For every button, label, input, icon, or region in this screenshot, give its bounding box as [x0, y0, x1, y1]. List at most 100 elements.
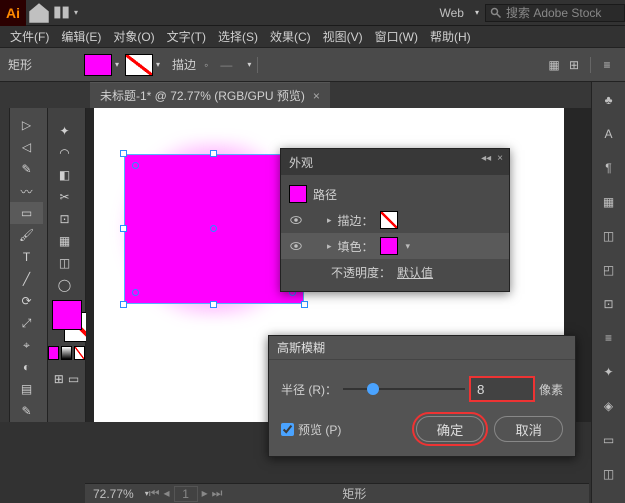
- prefs-icon[interactable]: ≡: [597, 55, 617, 75]
- tool-magic[interactable]: ✦: [48, 120, 81, 142]
- mode-none[interactable]: [74, 346, 85, 360]
- tools-panel: ▷ ◁ ✎ 〰 ▭ 🖌 T ╱ ⟳ ⤢ ⌖ ◐ ▤ ✎: [10, 108, 48, 422]
- radius-slider[interactable]: [343, 381, 465, 397]
- view-mode-icon[interactable]: ▭: [68, 372, 79, 386]
- tool-rotate[interactable]: ⟳: [10, 290, 43, 312]
- tool-type[interactable]: T: [10, 246, 43, 268]
- swatches-icon[interactable]: ▦: [599, 192, 619, 212]
- tool-scissors[interactable]: ✂: [48, 186, 81, 208]
- arrange-icon[interactable]: ⊞: [564, 55, 584, 75]
- app-logo: Ai: [0, 0, 26, 26]
- tool-lasso[interactable]: ◠: [48, 142, 81, 164]
- appearance-panel: ◂◂× 外观 路径 ▸ 描边： ▸ 填色： ▾ 不透明度： 默认值: [280, 148, 510, 292]
- artboards-icon[interactable]: ▭: [599, 430, 619, 450]
- ok-button[interactable]: 确定: [416, 416, 485, 442]
- screen-mode-icon[interactable]: ⊞: [54, 372, 64, 386]
- tool-scale[interactable]: ⤢: [10, 312, 43, 334]
- panel-collapse-icon[interactable]: ◂◂: [481, 153, 491, 164]
- gaussian-blur-dialog: 高斯模糊 半径 (R)： 像素 预览 (P) 确定 取消: [268, 335, 576, 457]
- stroke-row-label: 描边：: [338, 212, 374, 229]
- tool-gradient[interactable]: ▤: [10, 378, 43, 400]
- search-input[interactable]: 搜索 Adobe Stock: [485, 4, 625, 22]
- tool-width[interactable]: ⌖: [10, 334, 43, 356]
- panel-title: 外观: [281, 149, 509, 175]
- doc-preset[interactable]: Web: [432, 6, 472, 20]
- tool-pen[interactable]: ✎: [10, 158, 43, 180]
- align-icon[interactable]: ▦: [544, 55, 564, 75]
- last-page-icon[interactable]: ⏭: [212, 486, 223, 502]
- stroke-value-swatch[interactable]: [380, 211, 398, 229]
- properties-icon[interactable]: ♣: [599, 90, 619, 110]
- tab-title: 未标题-1* @ 72.77% (RGB/GPU 预览): [100, 87, 305, 104]
- left-toolbar-collapsed: [0, 108, 10, 422]
- zoom-level[interactable]: 72.77%: [93, 487, 134, 501]
- fill-row-label: 填色：: [338, 238, 374, 255]
- pathfinder-icon[interactable]: ◰: [599, 260, 619, 280]
- stroke-swatch[interactable]: [125, 54, 153, 76]
- menu-object[interactable]: 对象(O): [107, 28, 160, 45]
- unit-label: 像素: [539, 381, 563, 398]
- shape-type-label: 矩形: [8, 56, 32, 73]
- status-shape: 矩形: [342, 485, 366, 502]
- color-panel: ✦ ◠ ◧ ✂ ⊡ ▦ ◫ ◯ ⊞ ▭: [48, 108, 86, 422]
- tool-perspective[interactable]: ◫: [48, 252, 81, 274]
- transform-icon[interactable]: ⊡: [599, 294, 619, 314]
- dialog-title: 高斯模糊: [269, 336, 575, 360]
- right-toolbar: ♣ A ¶ ▦ ◫ ◰ ⊡ ≡ ✦ ◈ ▭ ◫: [591, 82, 625, 503]
- tool-eraser[interactable]: ◧: [48, 164, 81, 186]
- tool-free-trans[interactable]: ⊡: [48, 208, 81, 230]
- cancel-button[interactable]: 取消: [494, 416, 563, 442]
- statusbar: 72.77%▾ ⏮ ◂ 1 ▸ ⏭ 矩形: [85, 483, 589, 503]
- tool-mesh[interactable]: ▦: [48, 230, 81, 252]
- menu-type[interactable]: 文字(T): [161, 28, 212, 45]
- search-placeholder: 搜索 Adobe Stock: [506, 4, 601, 21]
- tool-line[interactable]: ╱: [10, 268, 43, 290]
- eye-icon[interactable]: [289, 213, 303, 227]
- tool-curve[interactable]: 〰: [10, 180, 43, 202]
- mode-gradient[interactable]: [61, 346, 72, 360]
- opacity-label: 不透明度：: [331, 264, 391, 281]
- libraries-icon[interactable]: ◫: [599, 464, 619, 484]
- home-icon[interactable]: [26, 0, 52, 26]
- first-page-icon[interactable]: ⏮: [149, 486, 160, 502]
- tool-rectangle[interactable]: ▭: [10, 202, 43, 224]
- next-page-icon[interactable]: ▸: [202, 486, 208, 502]
- fill-swatch[interactable]: [84, 54, 112, 76]
- layout-icon[interactable]: ▾: [52, 0, 78, 26]
- tool-blend[interactable]: ◯: [48, 274, 81, 296]
- eye-icon[interactable]: [289, 239, 303, 253]
- path-swatch: [289, 185, 307, 203]
- prev-page-icon[interactable]: ◂: [164, 486, 170, 502]
- menu-help[interactable]: 帮助(H): [424, 28, 477, 45]
- tool-eyedrop[interactable]: ✎: [10, 400, 43, 422]
- menubar: 文件(F) 编辑(E) 对象(O) 文字(T) 选择(S) 效果(C) 视图(V…: [0, 26, 625, 48]
- path-label: 路径: [313, 186, 337, 203]
- tool-direct-select[interactable]: ◁: [10, 136, 43, 158]
- menu-effect[interactable]: 效果(C): [264, 28, 317, 45]
- brushes-icon[interactable]: ≡: [599, 328, 619, 348]
- control-bar: 矩形 ▾ ▾ 描边 ◦ — ▾ ▦ ⊞ ≡: [0, 48, 625, 82]
- preview-checkbox[interactable]: 预览 (P): [281, 421, 341, 438]
- symbols-icon[interactable]: ✦: [599, 362, 619, 382]
- opacity-value[interactable]: 默认值: [397, 264, 433, 281]
- tool-shape-build[interactable]: ◐: [10, 356, 43, 378]
- stroke-label: 描边: [172, 56, 196, 73]
- align-panel-icon[interactable]: ◫: [599, 226, 619, 246]
- selected-rectangle[interactable]: [124, 154, 304, 304]
- paragraph-icon[interactable]: ¶: [599, 158, 619, 178]
- panel-menu-icon[interactable]: ×: [497, 153, 503, 164]
- mode-color[interactable]: [48, 346, 59, 360]
- menu-edit[interactable]: 编辑(E): [55, 28, 107, 45]
- radius-input[interactable]: [471, 378, 533, 400]
- menu-view[interactable]: 视图(V): [317, 28, 369, 45]
- type-panel-icon[interactable]: A: [599, 124, 619, 144]
- menu-select[interactable]: 选择(S): [212, 28, 264, 45]
- close-tab-icon[interactable]: ×: [313, 89, 320, 103]
- menu-window[interactable]: 窗口(W): [369, 28, 424, 45]
- menu-file[interactable]: 文件(F): [4, 28, 55, 45]
- tool-selection[interactable]: ▷: [10, 114, 43, 136]
- fill-value-swatch[interactable]: [380, 237, 398, 255]
- document-tab[interactable]: 未标题-1* @ 72.77% (RGB/GPU 预览) ×: [90, 82, 330, 108]
- layers-icon[interactable]: ◈: [599, 396, 619, 416]
- tool-brush[interactable]: 🖌: [10, 224, 43, 246]
